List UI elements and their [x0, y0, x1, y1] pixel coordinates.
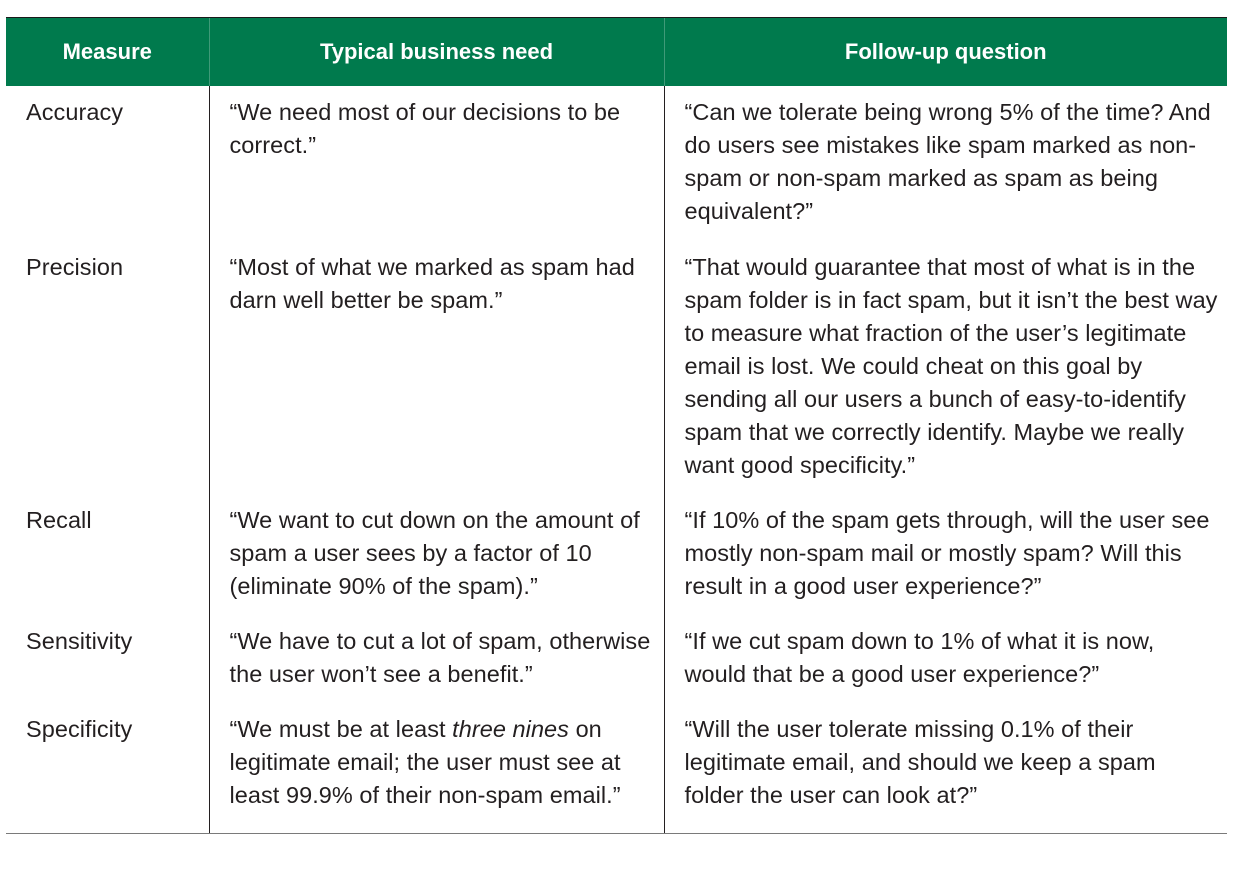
table-row: Sensitivity “We have to cut a lot of spa…: [6, 614, 1227, 703]
measure-cell: Precision: [26, 253, 124, 280]
measure-cell: Accuracy: [26, 98, 124, 125]
table-row: Accuracy “We need most of our decisions …: [6, 85, 1227, 241]
follow-up-question-cell: “If we cut spam down to 1% of what it is…: [663, 614, 1227, 703]
follow-up-question-cell: “If 10% of the spam gets through, will t…: [663, 493, 1227, 615]
need-text-start: “We must be at least: [229, 715, 453, 742]
follow-up-question-cell: “That would guarantee that most of what …: [663, 240, 1227, 494]
table-row: Specificity “We must be at least three n…: [6, 702, 1227, 834]
business-need-cell: “We want to cut down on the amount of sp…: [208, 493, 664, 615]
follow-up-question-cell: “Can we tolerate being wrong 5% of the t…: [663, 85, 1227, 241]
measure-cell: Recall: [26, 506, 92, 533]
header-measure: Measure: [6, 17, 209, 86]
business-need-cell: “We have to cut a lot of spam, otherwise…: [208, 614, 664, 703]
measures-table-container: Measure Typical business need Follow-up …: [6, 17, 1227, 834]
table-header-row: Measure Typical business need Follow-up …: [6, 17, 1227, 86]
follow-up-question-cell: “Will the user tolerate missing 0.1% of …: [663, 702, 1227, 834]
header-follow-up-question: Follow-up question: [663, 17, 1227, 86]
business-need-cell: “Most of what we marked as spam had darn…: [208, 240, 664, 494]
need-text-emphasis: three nines: [452, 715, 569, 742]
business-need-cell: “We must be at least three nines on legi…: [208, 702, 664, 834]
measures-table: Measure Typical business need Follow-up …: [6, 17, 1227, 834]
table-row: Precision “Most of what we marked as spa…: [6, 240, 1227, 494]
table-row: Recall “We want to cut down on the amoun…: [6, 493, 1227, 615]
header-business-need: Typical business need: [208, 17, 664, 86]
measure-cell: Sensitivity: [26, 627, 133, 654]
business-need-cell: “We need most of our decisions to be cor…: [208, 85, 664, 241]
measure-cell: Specificity: [6, 702, 209, 834]
